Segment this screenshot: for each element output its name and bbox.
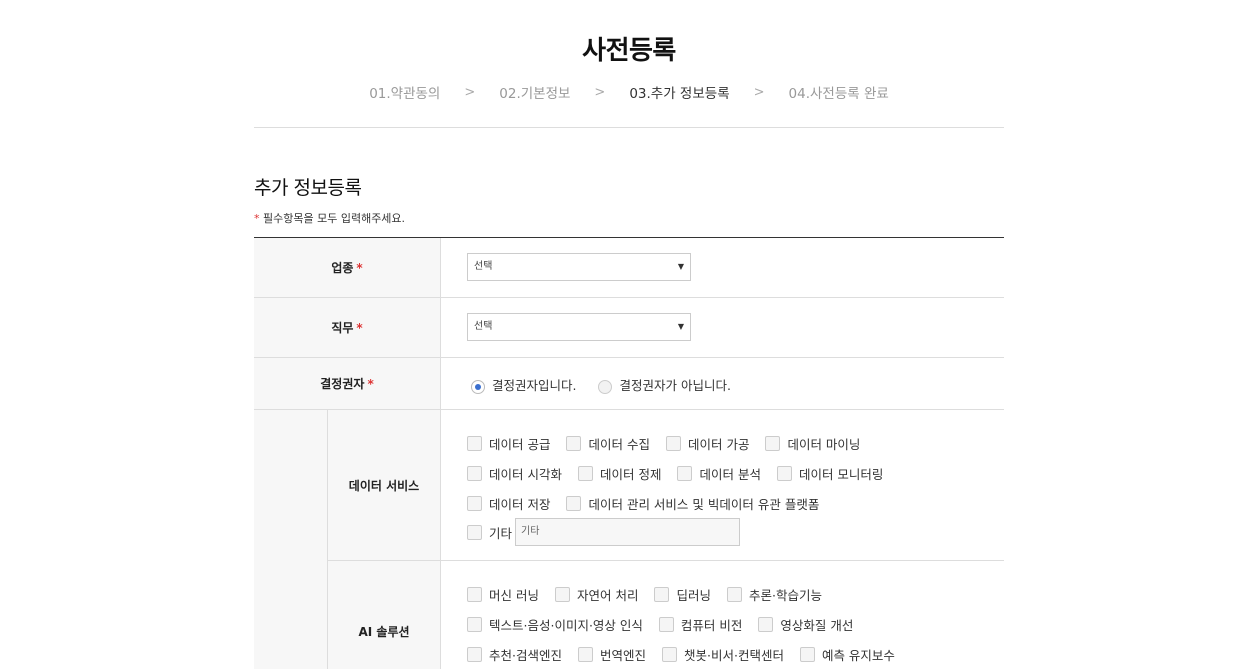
radio-unchecked-icon[interactable] (598, 379, 613, 394)
checkbox-data-visualization[interactable]: 데이터 시각화 (467, 464, 562, 483)
checkbox-data-cleansing[interactable]: 데이터 정제 (577, 464, 661, 483)
checkbox-predictive-maintenance[interactable]: 예측 유지보수 (799, 645, 895, 664)
checkbox-data-monitoring[interactable]: 데이터 모니터링 (776, 464, 883, 483)
checkbox-data-processing[interactable]: 데이터 가공 (665, 434, 749, 453)
checkbox-recommendation-search[interactable]: 추천·검색엔진 (467, 645, 562, 664)
checkbox-icon[interactable] (776, 466, 792, 481)
required-note-text: 필수항목을 모두 입력해주세요. (259, 212, 406, 225)
checkbox-icon[interactable] (765, 436, 781, 451)
checkbox-icon[interactable] (758, 617, 774, 632)
step-indicator: 01.약관동의 > 02.기본정보 > 03.추가 정보등록 > 04.사전등록… (0, 82, 1258, 103)
radio-decision-no[interactable]: 결정권자가 아닙니다. (598, 375, 731, 394)
checkbox-icon[interactable] (799, 647, 815, 662)
checkbox-icon[interactable] (726, 587, 742, 602)
decision-radio-group: 결정권자입니다. 결정권자가 아닙니다. (471, 375, 753, 394)
row-interest-group: 데이터 서비스 데이터 공급 데이터 수집 데이터 가공 데이터 마이닝 데이터… (254, 410, 1004, 669)
checkbox-data-storage[interactable]: 데이터 저장 (467, 494, 550, 513)
checkbox-icon[interactable] (566, 436, 582, 451)
row-job: 직무 * 선택 ▼ (254, 298, 1004, 358)
checkbox-data-management-platform[interactable]: 데이터 관리 서비스 및 빅데이터 유관 플랫폼 (566, 494, 819, 513)
checkbox-icon[interactable] (662, 647, 677, 662)
section-title: 추가 정보등록 (254, 177, 362, 199)
step-separator-icon: > (594, 84, 606, 100)
step-1: 01.약관동의 (369, 86, 441, 102)
subrow-ai-solution: AI 솔루션 머신 러닝 자연어 처리 딥러닝 추론·학습기능 텍스트·음성·이… (328, 561, 1004, 669)
checkbox-icon[interactable] (467, 524, 482, 540)
step-3-current: 03.추가 정보등록 (629, 86, 730, 102)
checkbox-icon[interactable] (467, 617, 482, 632)
checkbox-data-analysis[interactable]: 데이터 분석 (677, 464, 761, 483)
checkbox-nlp[interactable]: 자연어 처리 (554, 585, 638, 604)
checkbox-icon[interactable] (554, 587, 570, 602)
checkbox-icon[interactable] (665, 436, 681, 451)
checkbox-icon[interactable] (577, 466, 593, 481)
checkbox-icon[interactable] (467, 436, 482, 451)
data-service-label: 데이터 서비스 (328, 410, 441, 560)
checkbox-machine-learning[interactable]: 머신 러닝 (467, 585, 539, 604)
row-decision-maker: 결정권자 * 결정권자입니다. 결정권자가 아닙니다. (254, 358, 1004, 410)
header-divider (254, 127, 1004, 128)
checkbox-data-mining[interactable]: 데이터 마이닝 (765, 434, 860, 453)
step-4: 04.사전등록 완료 (788, 86, 889, 102)
checkbox-data-etc[interactable]: 기타 (467, 523, 512, 542)
job-label: 직무 * (254, 298, 441, 357)
checkbox-icon[interactable] (566, 496, 582, 511)
checkbox-icon[interactable] (658, 617, 674, 632)
checkbox-recognition[interactable]: 텍스트·음성·이미지·영상 인식 (467, 615, 643, 634)
checkbox-icon[interactable] (677, 466, 693, 481)
dropdown-arrow-icon: ▼ (677, 322, 684, 331)
checkbox-image-enhancement[interactable]: 영상화질 개선 (758, 615, 853, 634)
radio-decision-yes[interactable]: 결정권자입니다. (471, 375, 576, 394)
checkbox-deep-learning[interactable]: 딥러닝 (654, 585, 711, 604)
checkbox-data-supply[interactable]: 데이터 공급 (467, 434, 550, 453)
checkbox-icon[interactable] (467, 466, 482, 481)
subrow-data-service: 데이터 서비스 데이터 공급 데이터 수집 데이터 가공 데이터 마이닝 데이터… (328, 410, 1004, 561)
additional-info-form: 업종 * 선택 ▼ 직무 * 선택 ▼ 결정권자 * 결정권자입니다. 결정권자가 아… (254, 237, 1004, 669)
dropdown-arrow-icon: ▼ (677, 262, 684, 271)
data-etc-input[interactable]: 기타 (515, 518, 741, 546)
checkbox-icon[interactable] (467, 587, 482, 602)
step-separator-icon: > (464, 84, 476, 100)
page-title: 사전등록 (582, 36, 676, 66)
checkbox-icon[interactable] (467, 647, 482, 662)
checkbox-translation[interactable]: 번역엔진 (577, 645, 646, 664)
ai-solution-label: AI 솔루션 (328, 561, 441, 669)
radio-checked-icon[interactable] (471, 379, 485, 394)
checkbox-icon[interactable] (577, 647, 593, 662)
row-industry: 업종 * 선택 ▼ (254, 238, 1004, 298)
checkbox-computer-vision[interactable]: 컴퓨터 비전 (658, 615, 742, 634)
checkbox-icon[interactable] (467, 496, 482, 511)
required-note: * 필수항목을 모두 입력해주세요. (254, 210, 405, 226)
industry-select[interactable]: 선택 ▼ (467, 253, 691, 281)
checkbox-chatbot[interactable]: 챗봇·비서·컨택센터 (662, 645, 784, 664)
job-select[interactable]: 선택 ▼ (467, 313, 691, 341)
interest-group-label-cell (254, 410, 328, 669)
industry-label: 업종 * (254, 238, 441, 297)
checkbox-data-collection[interactable]: 데이터 수집 (566, 434, 650, 453)
step-2: 02.기본정보 (499, 86, 571, 102)
decision-maker-label: 결정권자 * (254, 358, 441, 409)
checkbox-icon[interactable] (654, 587, 670, 602)
checkbox-inference-learning[interactable]: 추론·학습기능 (726, 585, 822, 604)
step-separator-icon: > (753, 84, 765, 100)
